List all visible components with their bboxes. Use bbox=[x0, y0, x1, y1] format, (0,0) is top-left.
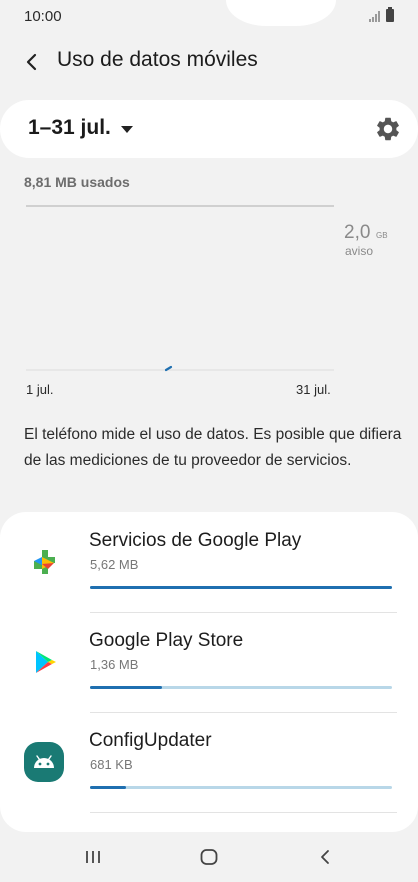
app-size: 1,36 MB bbox=[90, 657, 139, 672]
back-nav-button[interactable] bbox=[310, 846, 340, 868]
data-used-label: 8,81 MB usados bbox=[24, 174, 130, 190]
divider bbox=[90, 812, 397, 813]
back-button[interactable] bbox=[18, 48, 46, 76]
google-play-services-icon bbox=[24, 542, 64, 582]
usage-bar-fill bbox=[90, 686, 163, 689]
warning-unit: GB bbox=[376, 231, 388, 240]
home-icon bbox=[200, 849, 218, 865]
recent-apps-icon bbox=[86, 851, 100, 863]
app-size: 5,62 MB bbox=[90, 557, 139, 572]
app-size: 681 KB bbox=[90, 757, 133, 772]
navigation-bar bbox=[0, 832, 418, 882]
app-row-google-play-services[interactable]: Servicios de Google Play 5,62 MB bbox=[0, 512, 418, 612]
camera-notch bbox=[226, 0, 336, 26]
dropdown-caret-icon bbox=[120, 125, 133, 133]
google-play-store-icon bbox=[24, 642, 64, 682]
period-label: 1–31 jul. bbox=[28, 116, 111, 139]
period-dropdown[interactable]: 1–31 jul. bbox=[28, 116, 133, 140]
chart-start-date: 1 jul. bbox=[26, 382, 54, 397]
settings-button[interactable] bbox=[374, 115, 402, 143]
chart-end-date: 31 jul. bbox=[296, 382, 331, 397]
app-bar: Uso de datos móviles bbox=[0, 38, 418, 84]
app-usage-list: Servicios de Google Play 5,62 MB Google … bbox=[0, 512, 418, 832]
warning-label: aviso bbox=[345, 244, 374, 258]
info-text: El teléfono mide el uso de datos. Es pos… bbox=[24, 426, 402, 469]
gear-icon bbox=[377, 117, 399, 141]
app-row-google-play-store[interactable]: Google Play Store 1,36 MB bbox=[0, 612, 418, 712]
android-icon bbox=[24, 742, 64, 782]
usage-bar bbox=[90, 586, 392, 589]
app-name: Servicios de Google Play bbox=[89, 530, 302, 551]
recent-apps-button[interactable] bbox=[78, 846, 108, 868]
page-title: Uso de datos móviles bbox=[57, 48, 258, 71]
usage-bar-fill bbox=[90, 786, 127, 789]
app-name: ConfigUpdater bbox=[89, 730, 212, 751]
status-bar: 10:00 bbox=[0, 0, 418, 34]
status-time: 10:00 bbox=[24, 8, 62, 25]
status-icons bbox=[369, 7, 394, 22]
usage-bar bbox=[90, 786, 392, 789]
home-button[interactable] bbox=[194, 846, 224, 868]
signal-icon bbox=[369, 10, 380, 22]
period-card: 1–31 jul. bbox=[0, 100, 418, 158]
app-name: Google Play Store bbox=[89, 630, 244, 651]
back-icon bbox=[321, 850, 329, 864]
usage-bar-fill bbox=[90, 586, 392, 589]
back-arrow-icon bbox=[26, 53, 37, 71]
app-row-configupdater[interactable]: ConfigUpdater 681 KB bbox=[0, 712, 418, 812]
battery-icon bbox=[386, 7, 394, 22]
usage-bar bbox=[90, 686, 392, 689]
warning-value: 2,0 bbox=[344, 222, 371, 243]
